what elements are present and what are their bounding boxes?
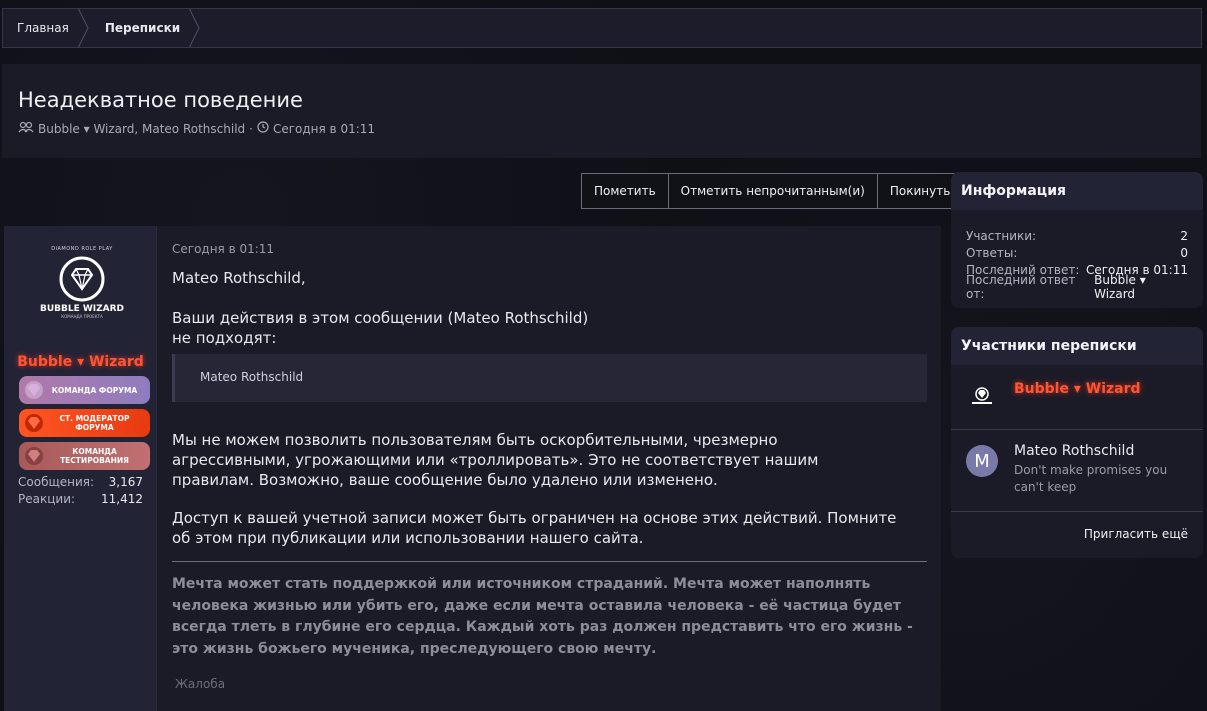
chevron-right-icon	[187, 9, 201, 47]
invite-more-link[interactable]: Пригласить ещё	[1084, 527, 1188, 541]
message-user-panel: DIAMOND ROLE PLAY BUBBLE WIZARD КОМАНДА …	[4, 226, 157, 711]
thread-participants[interactable]: Bubble ▾ Wizard, Mateo Rothschild	[38, 122, 245, 136]
reactions-stat: Реакции: 11,412	[18, 492, 143, 506]
gem-icon	[23, 380, 45, 400]
thread-meta: Bubble ▾ Wizard, Mateo Rothschild · Сего…	[18, 121, 375, 136]
thread-date[interactable]: Сегодня в 01:11	[273, 122, 375, 136]
info-title: Информация	[951, 172, 1203, 210]
avatar-tiny-text: DIAMOND ROLE PLAY	[51, 246, 113, 252]
report-link[interactable]: Жалоба	[175, 677, 225, 691]
message-paragraph-2: Доступ к вашей учетной записи может быть…	[172, 509, 897, 547]
author-name[interactable]: Bubble ▾ Wizard	[4, 354, 157, 370]
avatar[interactable]	[966, 381, 998, 413]
participants-title: Участники переписки	[951, 327, 1203, 365]
badge-label: КОМАНДА ТЕСТИРОВАНИЯ	[60, 447, 129, 465]
info-row-replies: Ответы: 0	[951, 244, 1203, 261]
replies-value: 0	[1180, 245, 1188, 260]
last-from-label: Последний ответ от:	[966, 272, 1076, 301]
badge-testing-team: КОМАНДА ТЕСТИРОВАНИЯ	[19, 442, 150, 470]
leave-button[interactable]: Покинуть	[878, 174, 962, 208]
divider	[951, 511, 1203, 512]
badge-senior-moderator: СТ. МОДЕРАТОР ФОРУМА	[19, 409, 150, 437]
meta-separator: ·	[249, 121, 253, 136]
signature-divider	[172, 561, 927, 562]
last-from-value[interactable]: Bubble ▾ Wizard	[1094, 273, 1188, 301]
participants-block: Участники переписки Bubble ▾ Wizard M Ma…	[951, 327, 1203, 558]
thread-header: Неадекватное поведение Bubble ▾ Wizard, …	[2, 64, 1201, 158]
messages-stat: Сообщения: 3,167	[18, 475, 143, 489]
diamond-logo-icon	[59, 256, 105, 302]
participant-name[interactable]: Bubble ▾ Wizard	[1014, 381, 1141, 397]
message: DIAMOND ROLE PLAY BUBBLE WIZARD КОМАНДА …	[4, 226, 941, 711]
avatar-name: BUBBLE WIZARD	[39, 304, 125, 314]
badge-label: СТ. МОДЕРАТОР ФОРУМА	[59, 414, 130, 432]
message-paragraph-1: Мы не можем позволить пользователям быть…	[172, 431, 819, 489]
participant-status: Don't make promises you can't keep	[1014, 463, 1168, 494]
message-date[interactable]: Сегодня в 01:11	[172, 242, 274, 256]
avatar-sub: КОМАНДА ПРОЕКТА	[61, 314, 103, 319]
info-title-text: Информация	[961, 183, 1066, 199]
badge-label: КОМАНДА ФОРУМА	[51, 385, 138, 395]
message-line1: Ваши действия в этом сообщении (Mateo Ro…	[172, 309, 589, 327]
breadcrumb-current[interactable]: Переписки	[83, 9, 200, 47]
message-line2: не подходят:	[172, 329, 277, 347]
breadcrumb-current-label: Переписки	[104, 21, 181, 35]
message-body: Сегодня в 01:11 Mateo Rothschild, Ваши д…	[157, 226, 941, 711]
signature: Мечта может стать поддержкой или источни…	[172, 576, 913, 657]
participant-item: M Mateo Rothschild Don't make promises y…	[951, 430, 1203, 512]
participant-item: Bubble ▾ Wizard	[951, 365, 1203, 429]
breadcrumb-home-label: Главная	[17, 21, 69, 35]
participant-name[interactable]: Mateo Rothschild	[1014, 443, 1134, 459]
users-icon	[18, 121, 34, 136]
breadcrumb: Главная Переписки	[2, 8, 1202, 48]
info-row-last-from: Последний ответ от: Bubble ▾ Wizard	[951, 273, 1203, 301]
gem-icon	[23, 446, 45, 466]
clock-icon	[257, 121, 269, 136]
replies-label: Ответы:	[966, 245, 1018, 260]
info-row-participants: Участники: 2	[951, 227, 1203, 244]
reactions-label: Реакции:	[18, 492, 76, 506]
messages-value: 3,167	[108, 475, 143, 489]
breadcrumb-home[interactable]: Главная	[3, 9, 89, 47]
mark-button[interactable]: Пометить	[582, 174, 669, 208]
avatar[interactable]: M	[966, 445, 998, 477]
participants-label: Участники:	[966, 228, 1037, 243]
thread-actions: Пометить Отметить непрочитанным(и) Покин…	[581, 173, 964, 209]
participants-value: 2	[1180, 228, 1188, 243]
page-title: Неадекватное поведение	[18, 88, 303, 112]
badge-forum-team: КОМАНДА ФОРУМА	[19, 376, 150, 404]
avatar[interactable]: DIAMOND ROLE PLAY BUBBLE WIZARD КОМАНДА …	[32, 246, 132, 326]
mark-unread-button[interactable]: Отметить непрочитанным(и)	[669, 174, 878, 208]
info-block: Информация Участники: 2 Ответы: 0 Послед…	[951, 172, 1203, 308]
message-quote: Mateo Rothschild	[172, 354, 927, 402]
message-greeting: Mateo Rothschild,	[172, 269, 306, 287]
gem-icon	[23, 413, 45, 433]
reactions-value: 11,412	[101, 492, 143, 506]
messages-label: Сообщения:	[18, 475, 95, 489]
participants-title-text: Участники переписки	[961, 338, 1137, 354]
